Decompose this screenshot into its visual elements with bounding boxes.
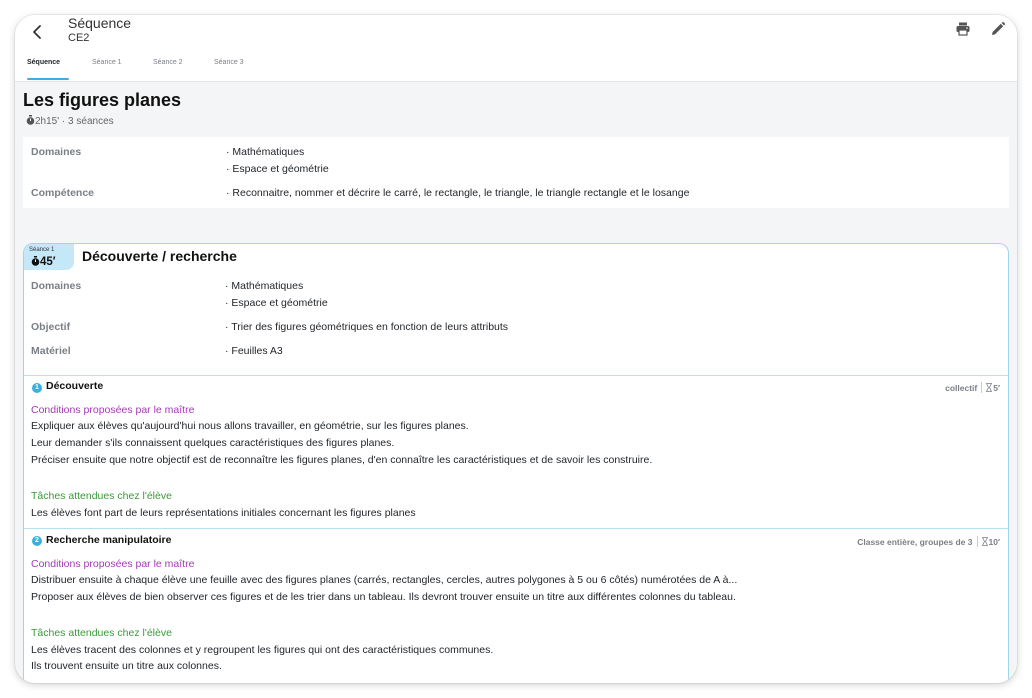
taches-line: Les élèves font part de leurs représenta… [31, 507, 416, 519]
taches-line: Les élèves tracent des colonnes et y reg… [31, 644, 494, 656]
phase-organisation: Classe entière, groupes de 3 [857, 536, 973, 547]
phase-title: Découverte [46, 380, 104, 392]
divider [976, 536, 978, 547]
seance-1-card: Séance 1 45′ Découverte / recherche Doma… [23, 243, 1009, 683]
phase-number: 2 [32, 536, 42, 546]
domaine-item: · Mathématiques [225, 280, 304, 292]
top-bar: Séquence CE2 Séquence Séance 1 Séance 2 … [15, 15, 1017, 82]
active-tab-indicator [27, 78, 69, 80]
phase-duration: 10′ [988, 536, 1001, 547]
phase-number: 1 [32, 383, 42, 393]
stopwatch-icon [26, 115, 35, 125]
divider [981, 382, 983, 393]
materiel-label: Matériel [31, 345, 71, 357]
sequence-meta-text: 2h15' · 3 séances [35, 116, 114, 127]
domaines-label: Domaines [31, 146, 82, 158]
page-title: Séquence [68, 15, 132, 31]
materiel-value: · Feuilles A3 [225, 345, 283, 357]
domaine-item: · Espace et géométrie [226, 163, 329, 175]
conditions-line: Leur demander s'ils connaissent quelques… [31, 437, 395, 449]
seance-badge: Séance 1 45′ [24, 244, 74, 270]
conditions-label: Conditions proposées par le maître [31, 404, 195, 416]
tab-seance-3[interactable]: Séance 3 [214, 59, 244, 66]
taches-line: Ils trouvent ensuite un titre aux colonn… [31, 660, 222, 672]
conditions-line: Préciser ensuite que notre objectif est … [31, 454, 653, 466]
objectif-label: Objectif [31, 321, 71, 333]
taches-label: Tâches attendues chez l'élève [31, 490, 172, 502]
seance-title: Découverte / recherche [82, 248, 237, 264]
pencil-icon[interactable] [990, 21, 1006, 37]
domaines-label: Domaines [31, 280, 82, 292]
app-window: Séquence CE2 Séquence Séance 1 Séance 2 … [15, 15, 1017, 683]
divider [24, 375, 1008, 376]
seance-duration: 45′ [31, 256, 56, 268]
page-subtitle: CE2 [68, 32, 90, 44]
competence-label: Compétence [31, 187, 95, 199]
stopwatch-icon [31, 256, 40, 266]
competence-value: · Reconnaitre, nommer et décrire le carr… [226, 187, 690, 199]
conditions-line: Proposer aux élèves de bien observer ces… [31, 591, 736, 603]
objectif-value: · Trier des figures géométriques en fonc… [225, 321, 509, 333]
sequence-title: Les figures planes [23, 90, 182, 110]
domaine-item: · Mathématiques [226, 146, 305, 158]
domaine-item: · Espace et géométrie [225, 297, 328, 309]
seance-badge-label: Séance 1 [29, 247, 55, 253]
sequence-info: Domaines · Mathématiques · Espace et géo… [23, 137, 1009, 208]
phase-duration: 5′ [993, 382, 1000, 393]
tab-seance-2[interactable]: Séance 2 [153, 59, 183, 66]
tab-sequence[interactable]: Séquence [27, 59, 60, 66]
hourglass-icon [981, 537, 988, 546]
hourglass-icon [986, 383, 993, 392]
phase-meta: collectif 5′ [945, 382, 1000, 393]
phase-organisation: collectif [945, 382, 978, 393]
tab-seance-1[interactable]: Séance 1 [92, 59, 122, 66]
conditions-line: Expliquer aux élèves qu'aujourd'hui nous… [31, 420, 469, 432]
conditions-line: Distribuer ensuite à chaque élève une fe… [31, 574, 738, 586]
conditions-label: Conditions proposées par le maître [31, 558, 195, 570]
chevron-left-icon[interactable] [29, 23, 47, 41]
phase-title: Recherche manipulatoire [46, 534, 172, 546]
sequence-meta: 2h15' · 3 séances [26, 115, 114, 127]
printer-icon[interactable] [955, 21, 971, 37]
phase-meta: Classe entière, groupes de 3 10′ [857, 536, 1000, 547]
divider [24, 528, 1008, 529]
taches-label: Tâches attendues chez l'élève [31, 627, 172, 639]
